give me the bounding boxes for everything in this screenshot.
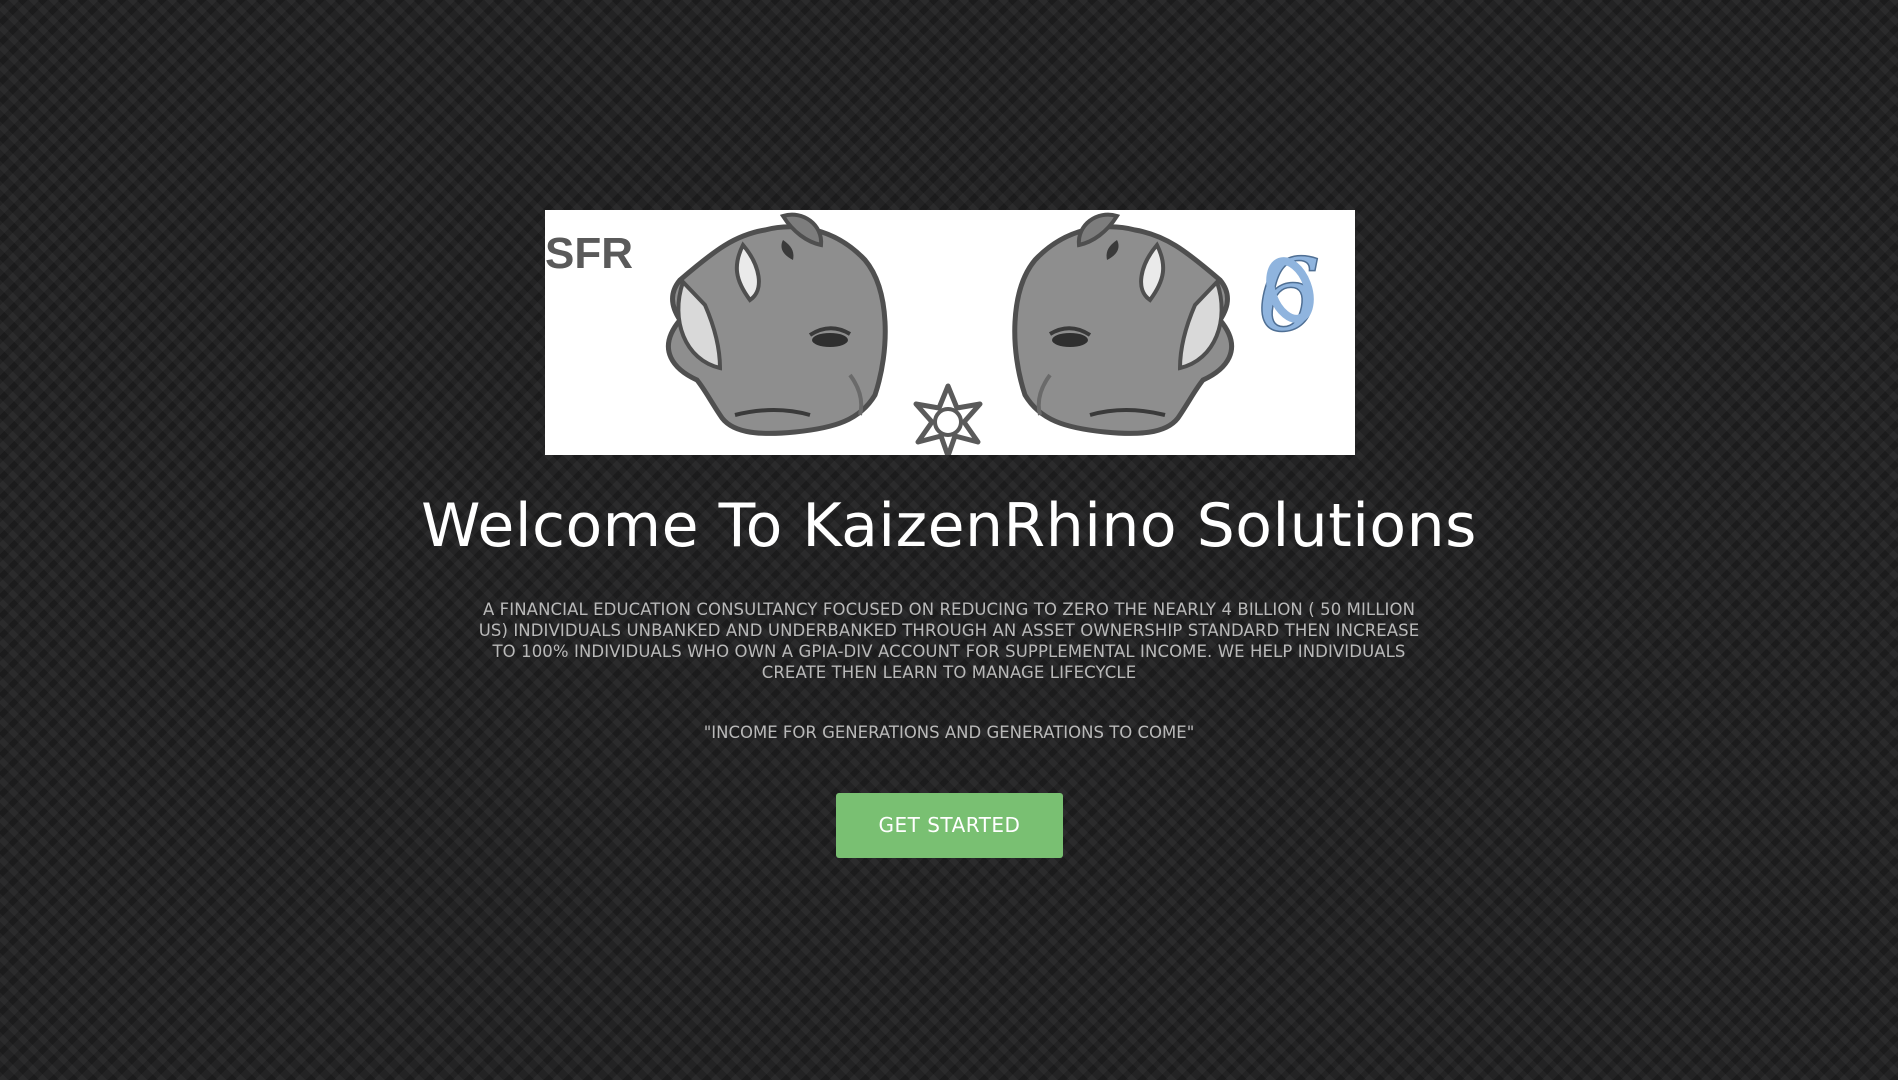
hero-tagline: "INCOME FOR GENERATIONS AND GENERATIONS …: [703, 723, 1195, 742]
star-emblem-icon: [913, 383, 983, 455]
hero-section: SFR 6 Welcome To KaizenRhino Solutions A…: [0, 0, 1898, 1080]
logo-banner: SFR 6: [545, 210, 1355, 455]
right-rhino-icon: [1012, 212, 1235, 436]
logo-left-text: SFR: [545, 229, 633, 278]
hero-description: A FINANCIAL EDUCATION CONSULTANCY FOCUSE…: [478, 600, 1420, 682]
page-title: Welcome To KaizenRhino Solutions: [421, 491, 1477, 561]
get-started-button[interactable]: GET STARTED: [836, 793, 1063, 858]
monogram-icon: 6: [1256, 236, 1321, 355]
left-rhino-icon: [665, 212, 888, 436]
kaizenrhino-logo: SFR 6: [545, 212, 1321, 455]
